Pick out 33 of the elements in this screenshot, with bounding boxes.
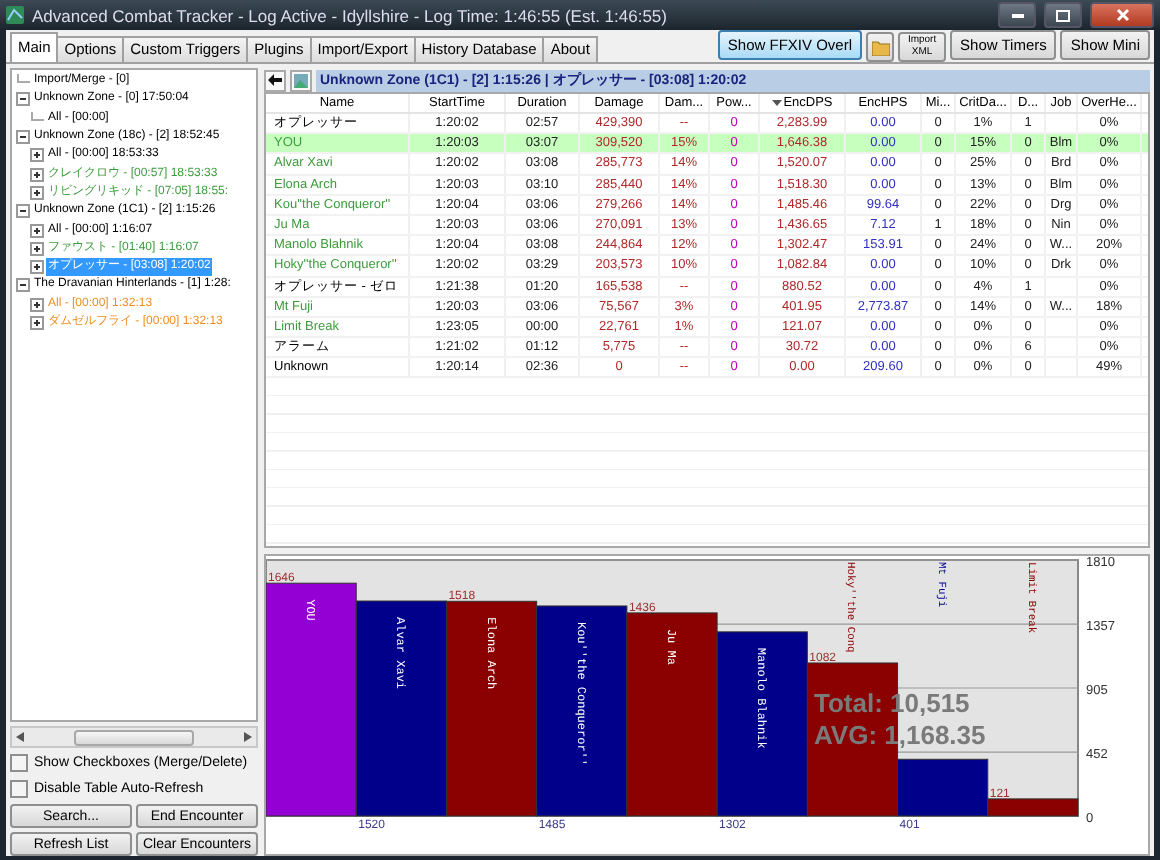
collapse-icon[interactable]: [16, 204, 30, 219]
close-icon: [1115, 8, 1129, 22]
close-button[interactable]: [1090, 2, 1154, 28]
checkbox[interactable]: [10, 780, 28, 798]
expand-icon[interactable]: [30, 148, 44, 163]
scroll-left-icon[interactable]: [16, 732, 24, 742]
back-arrow-icon: [268, 74, 282, 86]
window-title: Advanced Combat Tracker - Log Active - Idyllshire - Log Time: 1:46:55 (Est. 1:46:55): [32, 5, 669, 25]
maximize-button[interactable]: [1044, 2, 1082, 28]
expand-icon[interactable]: [30, 241, 44, 256]
tree-connector-icon: [30, 111, 44, 126]
expand-icon[interactable]: [30, 297, 44, 312]
collapse-icon[interactable]: [16, 278, 30, 293]
expand-icon[interactable]: [30, 223, 44, 238]
minimize-icon: [1011, 12, 1023, 18]
scroll-right-icon[interactable]: [244, 732, 252, 742]
checkbox[interactable]: [10, 754, 28, 772]
expand-icon[interactable]: [30, 316, 44, 330]
collapse-icon[interactable]: [16, 130, 30, 145]
collapse-icon[interactable]: [16, 92, 30, 107]
expand-icon[interactable]: [30, 260, 44, 275]
horizontal-scrollbar[interactable]: [10, 726, 258, 748]
image-icon: [294, 73, 308, 87]
minimize-button[interactable]: [998, 2, 1036, 28]
expand-icon[interactable]: [30, 167, 44, 182]
folder-button[interactable]: [866, 32, 895, 62]
sort-caret-icon: [771, 99, 782, 107]
app-icon: [6, 6, 24, 24]
maximize-icon: [1056, 9, 1070, 21]
tree-connector-icon: [16, 74, 30, 89]
back-button[interactable]: [264, 69, 286, 91]
expand-icon[interactable]: [30, 185, 44, 200]
folder-icon: [871, 39, 890, 55]
